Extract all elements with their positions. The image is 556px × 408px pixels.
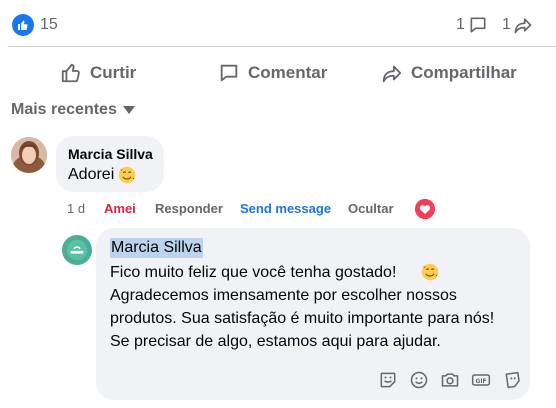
like-reaction-icon[interactable] <box>12 14 34 36</box>
smiling-face-with-hearts-icon <box>118 166 136 189</box>
comment-timestamp[interactable]: 1 d <box>67 201 85 216</box>
share-button-label: Compartilhar <box>411 63 517 82</box>
comments-count[interactable]: 1 <box>456 16 465 34</box>
post-stats-bar: 15 1 1 <box>0 0 556 46</box>
share-count-icon[interactable] <box>513 15 533 40</box>
avatar-sticker-icon[interactable] <box>503 370 523 390</box>
comment-button-label: Comentar <box>248 63 328 82</box>
thumbs-up-icon <box>61 63 80 83</box>
hide-link[interactable]: Ocultar <box>348 201 394 216</box>
reply-author[interactable]: Marcia Sillva <box>110 238 203 258</box>
post-actions: Curtir Comentar Compartilhar <box>0 52 556 92</box>
comment-button[interactable]: Comentar <box>218 58 327 88</box>
love-reaction-link[interactable]: Amei <box>104 201 136 216</box>
reactions-count[interactable]: 15 <box>40 16 58 34</box>
smiling-face-with-hearts-icon <box>421 263 439 286</box>
gif-icon[interactable]: GIF <box>471 370 491 390</box>
shares-count[interactable]: 1 <box>502 16 511 34</box>
comment-bubble: Marcia Sillva Adorei <box>56 136 164 192</box>
comment-sort-dropdown[interactable]: Mais recentes <box>11 101 135 119</box>
share-button[interactable]: Compartilhar <box>381 58 517 88</box>
sticker-icon[interactable] <box>378 370 398 390</box>
caret-down-icon <box>122 106 135 114</box>
reply-link[interactable]: Responder <box>155 201 223 216</box>
send-message-link[interactable]: Send message <box>240 201 331 216</box>
speech-bubble-icon <box>220 64 238 82</box>
svg-text:GIF: GIF <box>476 379 487 385</box>
reply-text-line: Se precisar de algo, estamos aqui para a… <box>110 333 441 350</box>
camera-icon[interactable] <box>440 370 460 390</box>
share-arrow-icon <box>382 65 402 83</box>
heart-icon[interactable] <box>414 198 436 220</box>
emoji-icon[interactable] <box>409 370 429 390</box>
comment-count-icon[interactable] <box>468 15 488 40</box>
like-button[interactable]: Curtir <box>60 58 136 88</box>
divider <box>8 46 556 47</box>
like-button-label: Curtir <box>90 63 137 82</box>
reply-text-line: Agradecemos imensamente por escolher nos… <box>110 287 457 304</box>
reply-text-line: Fico muito feliz que você tenha gostado! <box>110 264 397 281</box>
comment-author[interactable]: Marcia Sillva <box>68 146 153 162</box>
comment-text: Adorei <box>68 166 115 183</box>
page-avatar[interactable] <box>62 235 92 265</box>
sort-label: Mais recentes <box>11 101 117 118</box>
avatar[interactable] <box>11 137 47 173</box>
reply-text-line: produtos. Sua satisfação é muito importa… <box>110 310 495 327</box>
